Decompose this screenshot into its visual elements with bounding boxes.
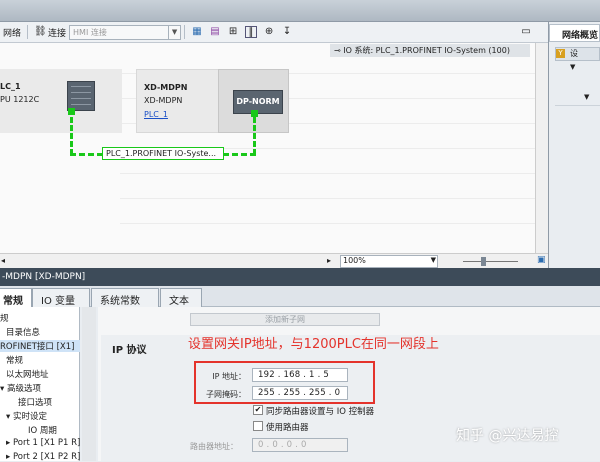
add-subnet-button[interactable]: 添加新子网	[190, 313, 380, 326]
canvas-vertical-scrollbar[interactable]	[535, 43, 548, 268]
gateway-controller-link[interactable]: PLC_1	[144, 110, 168, 119]
relations-icon: ▤	[210, 26, 220, 37]
expand-row-icon[interactable]: ▼	[584, 93, 589, 101]
annotation-text: 设置网关IP地址，与1200PLC在同一网段上	[188, 337, 439, 352]
pin-icon: ⊸	[334, 46, 344, 55]
io-system-bar: ⊸ IO 系统: PLC_1.PROFINET IO-System (100)	[330, 44, 530, 57]
plc-drop-line	[70, 117, 73, 155]
zoom-in-icon: ⊕	[264, 26, 274, 37]
filter-icon[interactable]: Y	[556, 49, 565, 58]
collapse-icon: ▾	[0, 384, 7, 394]
expand-row-icon[interactable]: ▼	[570, 63, 575, 71]
expand-icon: ▸	[6, 438, 13, 448]
tree-item-profinet-interface[interactable]: ROFINET接口 [X1]	[0, 340, 80, 352]
split-view-icon: ∥	[245, 26, 258, 38]
canvas-status-row: ◂ ▸ 100% ▼ ▣	[0, 253, 548, 268]
inspector-tree: 规 目录信息 ROFINET接口 [X1] 常规 以太网地址 ▾ 高级选项 接口…	[0, 307, 80, 462]
overview-nav-icon[interactable]: ▣	[537, 255, 546, 265]
zoom-select[interactable]: 100% ▼	[340, 255, 438, 268]
zoom-button[interactable]: ⊕	[260, 24, 278, 40]
divider	[555, 105, 600, 106]
connect-icon: ⛓	[34, 26, 47, 37]
dp-norm-module[interactable]: DP-NORM	[233, 90, 283, 114]
use-router-checkbox[interactable]	[253, 421, 263, 431]
inspector-tabs: 常规 IO 变量 系统常数 文本	[0, 286, 600, 307]
subnet-mask-field[interactable]: 255 . 255 . 255 . 0	[252, 386, 348, 400]
tree-item-catalog[interactable]: 目录信息	[6, 326, 40, 338]
plc-type: PU 1212C	[0, 95, 40, 104]
tree-item-realtime-label: 实时设定	[12, 412, 47, 422]
tree-item-general[interactable]: 规	[0, 312, 9, 324]
gateway-port-icon[interactable]	[251, 110, 258, 117]
tree-scrollbar[interactable]	[82, 307, 96, 461]
connection-type-select[interactable]: HMI 连接 ▼	[69, 24, 182, 40]
separator	[27, 25, 29, 39]
download-icon: ↧	[282, 26, 292, 37]
tab-system-constants[interactable]: 系统常数	[91, 288, 159, 307]
tab-io-tags[interactable]: IO 变量	[32, 288, 90, 307]
collapse-icon: ▾	[6, 412, 13, 422]
tree-item-realtime[interactable]: ▾ 实时设定	[6, 410, 47, 422]
scroll-right-icon[interactable]: ▸	[327, 256, 331, 265]
tab-general[interactable]: 常规	[0, 288, 32, 307]
network-name-label[interactable]: PLC_1.PROFINET IO-Syste...	[102, 147, 224, 160]
gateway-drop-line	[253, 117, 256, 155]
ip-address-label: IP 地址：	[212, 372, 246, 381]
settings-column-label: 设	[570, 49, 578, 58]
tree-item-io-cycle[interactable]: IO 周期	[28, 424, 57, 436]
connect-label: 连接	[48, 28, 67, 39]
panel-toggle-icon[interactable]: ▭	[520, 26, 532, 38]
zoom-slider[interactable]	[463, 261, 518, 262]
gateway-type: XD-MDPN	[144, 96, 183, 105]
download-button[interactable]: ↧	[278, 24, 296, 40]
connection-type-value: HMI 连接	[73, 27, 107, 37]
relations-button[interactable]: ▤	[206, 24, 224, 40]
plc-module-icon	[67, 81, 95, 111]
tree-item-ethernet-address[interactable]: 以太网地址	[6, 368, 49, 380]
io-system-label: IO 系统: PLC_1.PROFINET IO-System (100)	[343, 46, 510, 55]
tab-network-overview[interactable]: 网络概览	[549, 24, 600, 42]
watermark: 知乎 @兴达易控	[456, 428, 559, 444]
ip-address-field[interactable]: 192 . 168 . 1 . 5	[252, 368, 348, 382]
use-router-label: 使用路由器	[266, 423, 309, 433]
network-toolbar: 网络 ⛓ 连接 HMI 连接 ▼ ▦ ▤ ⊞ ∥ ⊕ ↧	[0, 22, 548, 43]
tree-item-interface-options[interactable]: 接口选项	[18, 396, 52, 408]
subnet-mask-label: 子网掩码：	[206, 390, 246, 399]
tree-item-general-sub[interactable]: 常规	[6, 354, 23, 366]
plc-port-icon[interactable]	[68, 108, 75, 115]
grid-button[interactable]: ⊞	[224, 24, 242, 40]
router-address-field[interactable]: 0 . 0 . 0 . 0	[252, 438, 348, 452]
connect-button[interactable]: ⛓ 连接	[31, 24, 69, 40]
network-view-button[interactable]: 网络	[0, 24, 24, 40]
plc-name: LC_1	[0, 82, 21, 91]
zoom-slider-thumb[interactable]	[481, 257, 486, 266]
tree-item-port1-label: Port 1 [X1 P1 R]	[12, 438, 81, 448]
grid-icon: ⊞	[228, 26, 238, 37]
separator	[184, 25, 186, 39]
router-address-label: 路由器地址：	[190, 442, 238, 451]
network-highlight-icon: ▦	[192, 26, 202, 37]
highlight-button[interactable]: ▦	[188, 24, 206, 40]
tree-item-port1[interactable]: ▸ Port 1 [X1 P1 R]	[6, 438, 80, 448]
tree-item-advanced[interactable]: ▾ 高级选项	[0, 382, 41, 394]
tree-item-advanced-label: 高级选项	[6, 384, 41, 394]
inspector-title: -MDPN [XD-MDPN]	[0, 268, 600, 286]
sync-router-checkbox[interactable]: ✔	[253, 405, 263, 415]
tab-text[interactable]: 文本	[160, 288, 202, 307]
section-title: IP 协议	[112, 345, 147, 356]
split-view-button[interactable]: ∥	[242, 24, 260, 40]
gateway-name: XD-MDPN	[144, 83, 188, 92]
chevron-down-icon: ▼	[430, 256, 436, 264]
network-view-label: 网络	[3, 28, 22, 39]
zoom-value: 100%	[343, 256, 366, 265]
chevron-down-icon: ▼	[168, 25, 180, 39]
title-strip	[0, 0, 600, 22]
scroll-left-icon[interactable]: ◂	[1, 256, 5, 265]
sync-router-label: 同步路由器设置与 IO 控制器	[266, 407, 375, 417]
